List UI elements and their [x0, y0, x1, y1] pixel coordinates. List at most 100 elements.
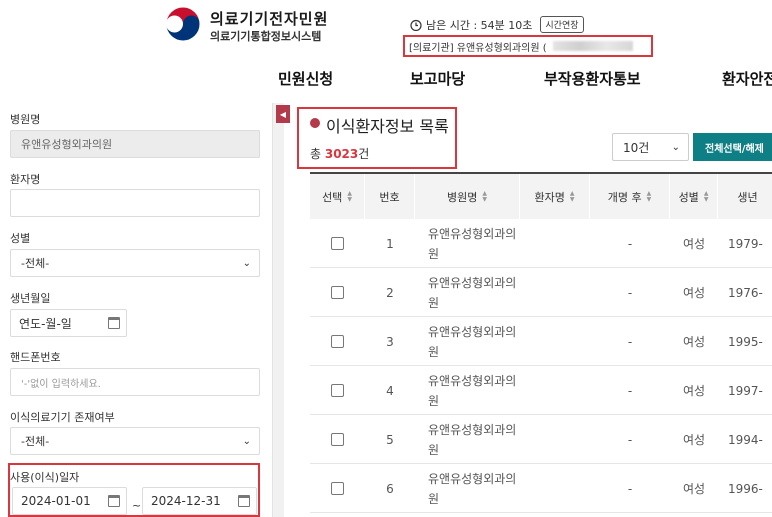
use-date-label: 사용(이식)일자: [10, 471, 80, 484]
nav-item-report[interactable]: 보고마당: [410, 68, 465, 89]
use-date-from-value: 2024-01-01: [21, 494, 91, 508]
row-renamed: -: [627, 236, 633, 251]
column-label: 성별: [678, 190, 699, 204]
row-renamed: -: [627, 481, 633, 496]
column-label: 환자명: [534, 190, 565, 204]
birth-date-input[interactable]: 연도-월-일: [10, 309, 127, 337]
row-renamed: -: [627, 285, 633, 300]
column-select[interactable]: 선택 ▲ ▼: [310, 174, 365, 219]
sort-icon[interactable]: ▲ ▼: [570, 190, 575, 203]
use-date-from-input[interactable]: 2024-01-01: [12, 487, 127, 515]
redacted-patient-name: [535, 472, 585, 506]
sort-icon[interactable]: ▲ ▼: [704, 190, 709, 203]
column-hospital[interactable]: 병원명 ▲ ▼: [415, 174, 520, 219]
brand-title[interactable]: 의료기기전자민원: [210, 8, 328, 29]
row-birth: 1976-: [728, 285, 763, 300]
extend-time-button[interactable]: 시간연장: [540, 16, 584, 33]
institution-info: [의료기관] 유앤유성형외과의원 (: [403, 35, 653, 57]
row-birth: 1994-: [728, 432, 763, 447]
panel-splitter[interactable]: [272, 103, 284, 517]
gender-select[interactable]: -전체- ⌄: [10, 249, 260, 277]
nav-item-patient-safety[interactable]: 환자안전: [722, 68, 772, 89]
row-gender: 여성: [682, 237, 706, 251]
institution-name: [의료기관] 유앤유성형외과의원 (: [409, 42, 547, 54]
table-row[interactable]: 5 유앤유성형외과의원 - 여성 1994-: [310, 415, 772, 464]
select-all-button[interactable]: 전체선택/해제: [693, 133, 772, 161]
calendar-icon[interactable]: [108, 317, 120, 329]
row-hospital: 유앤유성형외과의원: [428, 324, 517, 359]
redacted-patient-name: [535, 227, 585, 261]
implant-exists-label: 이식의료기기 존재여부: [10, 411, 115, 424]
table-row[interactable]: 1 유앤유성형외과의원 - 여성 1979-: [310, 219, 772, 268]
patient-name-input[interactable]: [10, 189, 260, 217]
sort-icon[interactable]: ▲ ▼: [347, 190, 352, 203]
nav-item-adverse-event[interactable]: 부작용환자통보: [544, 68, 641, 89]
birth-label: 생년월일: [10, 292, 51, 305]
table-row[interactable]: 3 유앤유성형외과의원 - 여성 1995-: [310, 317, 772, 366]
row-hospital: 유앤유성형외과의원: [428, 471, 517, 506]
column-label: 개명 후: [607, 190, 642, 204]
page-size-value: 10건: [623, 140, 650, 155]
patient-table: 선택 ▲ ▼ 번호 병원명 ▲ ▼ 환자명 ▲ ▼ 개명 후 ▲ ▼ 성별 ▲ ▼ 생년 1 유앤유…: [310, 172, 772, 517]
row-renamed: -: [627, 383, 633, 398]
government-emblem-icon[interactable]: [164, 5, 202, 43]
main-nav: 민원신청 보고마당 부작용환자통보 환자안전: [0, 68, 772, 94]
table-row[interactable]: 4 유앤유성형외과의원 - 여성 1997-: [310, 366, 772, 415]
chevron-down-icon: ⌄: [671, 141, 680, 153]
table-row[interactable]: 2 유앤유성형외과의원 - 여성 1976-: [310, 268, 772, 317]
row-number: 5: [386, 432, 394, 447]
row-number: 6: [386, 481, 394, 496]
session-timer: 남은 시간 : 54분 10초 시간연장: [410, 16, 584, 33]
column-birth[interactable]: 생년: [718, 174, 772, 219]
use-date-to-input[interactable]: 2024-12-31: [142, 487, 257, 515]
birth-date-value: 연도-월-일: [19, 316, 72, 331]
table-row[interactable]: 6 유앤유성형외과의원 - 여성 1996-: [310, 464, 772, 513]
count-suffix: 건: [358, 147, 370, 161]
gender-select-value: -전체-: [21, 257, 50, 270]
implant-exists-select[interactable]: -전체- ⌄: [10, 427, 260, 455]
row-hospital: 유앤유성형외과의원: [428, 422, 517, 457]
column-gender[interactable]: 성별 ▲ ▼: [670, 174, 718, 219]
search-filter-panel: 병원명 유앤유성형외과의원 환자명 성별 -전체- ⌄ 생년월일 연도-월-일 …: [0, 103, 272, 517]
use-date-to-value: 2024-12-31: [151, 494, 221, 508]
redacted-patient-name: [535, 374, 585, 408]
row-number: 1: [386, 236, 394, 251]
phone-input[interactable]: '-'없이 입력하세요.: [10, 368, 260, 396]
page-size-select[interactable]: 10건 ⌄: [612, 133, 689, 161]
row-checkbox[interactable]: [331, 482, 344, 495]
row-checkbox[interactable]: [331, 237, 344, 250]
count-prefix: 총: [310, 147, 325, 161]
row-gender: 여성: [682, 335, 706, 349]
hospital-label: 병원명: [10, 113, 41, 126]
row-birth: 1979-: [728, 236, 763, 251]
row-number: 3: [386, 334, 394, 349]
calendar-icon[interactable]: [238, 495, 250, 507]
row-gender: 여성: [682, 286, 706, 300]
sort-icon[interactable]: ▲ ▼: [647, 190, 652, 203]
column-number[interactable]: 번호: [365, 174, 415, 219]
row-checkbox[interactable]: [331, 384, 344, 397]
column-label: 번호: [379, 190, 400, 204]
date-range-separator: ~: [132, 499, 142, 512]
sort-icon[interactable]: ▲ ▼: [482, 190, 487, 203]
row-birth: 1997-: [728, 383, 763, 398]
nav-item-civil-request[interactable]: 민원신청: [278, 68, 333, 89]
row-checkbox[interactable]: [331, 286, 344, 299]
chevron-down-icon: ⌄: [242, 257, 251, 269]
row-checkbox[interactable]: [331, 335, 344, 348]
table-header: 선택 ▲ ▼ 번호 병원명 ▲ ▼ 환자명 ▲ ▼ 개명 후 ▲ ▼ 성별 ▲ ▼ 생년: [310, 172, 772, 219]
calendar-icon[interactable]: [108, 495, 120, 507]
patient-label: 환자명: [10, 173, 41, 186]
row-number: 4: [386, 383, 394, 398]
redacted-patient-name: [535, 276, 585, 310]
row-hospital: 유앤유성형외과의원: [428, 373, 517, 408]
phone-label: 핸드폰번호: [10, 351, 61, 364]
row-checkbox[interactable]: [331, 433, 344, 446]
list-title: 이식환자정보 목록: [326, 117, 449, 136]
column-renamed[interactable]: 개명 후 ▲ ▼: [590, 174, 670, 219]
row-birth: 1995-: [728, 334, 763, 349]
column-patient[interactable]: 환자명 ▲ ▼: [520, 174, 590, 219]
remaining-time: 남은 시간 : 54분 10초: [426, 18, 533, 32]
redacted-patient-name: [535, 423, 585, 457]
collapse-panel-icon[interactable]: ◀: [276, 105, 290, 123]
